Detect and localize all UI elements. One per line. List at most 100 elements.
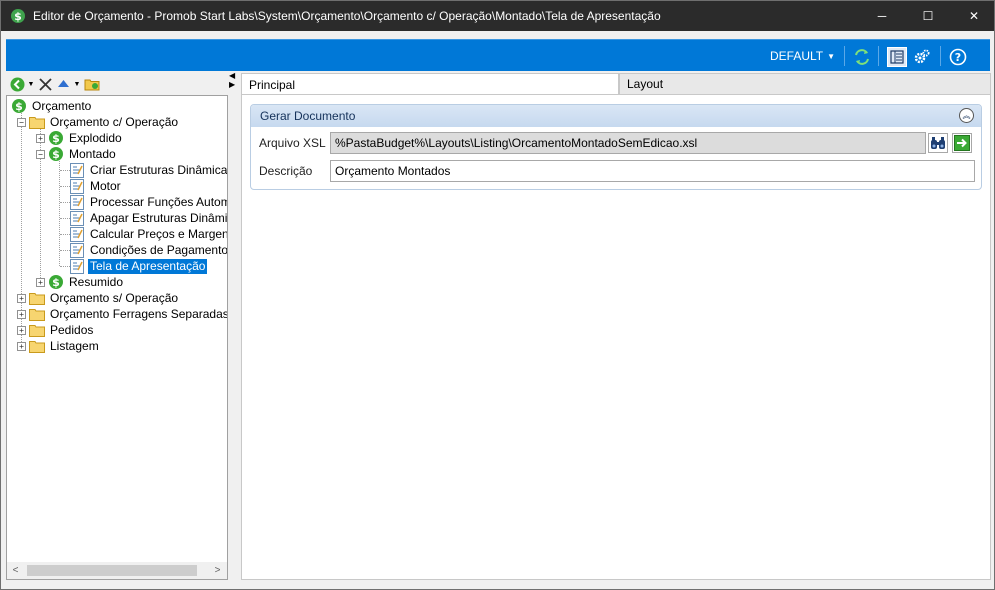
- layout-panel-icon[interactable]: [887, 47, 907, 67]
- document-icon: [70, 162, 84, 178]
- folder-icon: [29, 116, 45, 129]
- refresh-icon[interactable]: [852, 47, 872, 67]
- tree-item-label: Criar Estruturas Dinâmicas: [90, 162, 228, 177]
- browse-binoculars-icon[interactable]: [928, 133, 948, 153]
- document-icon: [70, 258, 84, 274]
- app-dollar-icon: $: [10, 8, 26, 24]
- group-title: Gerar Documento: [260, 109, 356, 123]
- close-button[interactable]: ✕: [951, 1, 995, 31]
- budget-dollar-icon: $: [48, 130, 64, 146]
- scroll-right-arrow[interactable]: >: [209, 562, 226, 579]
- tab-layout[interactable]: Layout: [619, 73, 991, 95]
- tree-item-label: Orçamento s/ Operação: [50, 290, 179, 305]
- tree-line: [60, 218, 70, 219]
- dropdown-caret-icon[interactable]: ▼: [72, 74, 82, 94]
- expand-toggle[interactable]: +: [17, 293, 26, 303]
- tree-item-montado[interactable]: − $ Montado: [36, 146, 118, 162]
- tree-item-criar-estruturas[interactable]: Criar Estruturas Dinâmicas: [70, 162, 228, 178]
- xsl-file-field[interactable]: %PastaBudget%\Layouts\Listing\OrcamentoM…: [330, 132, 926, 154]
- svg-text:$: $: [14, 10, 22, 23]
- tree-line: [60, 234, 70, 235]
- go-arrow-icon[interactable]: [952, 133, 972, 153]
- dropdown-caret-icon[interactable]: ▼: [26, 74, 36, 94]
- splitter-toggle[interactable]: ◀ ▶: [229, 71, 237, 91]
- tree-item-label: Resumido: [69, 274, 124, 289]
- collapse-left-icon: ◀: [229, 71, 236, 80]
- document-icon: [70, 210, 84, 226]
- xsl-file-label: Arquivo XSL: [259, 136, 326, 150]
- collapse-chevron-icon[interactable]: ︽: [959, 108, 974, 123]
- settings-icon[interactable]: [912, 47, 932, 67]
- minimize-button[interactable]: ─: [859, 1, 905, 31]
- back-icon[interactable]: [8, 74, 26, 94]
- profile-dropdown[interactable]: DEFAULT ▼: [770, 40, 835, 72]
- budget-tree[interactable]: $ Orçamento − Orçamento c/ Operação + $ …: [6, 95, 228, 580]
- tree-line: [60, 186, 70, 187]
- expand-toggle[interactable]: +: [17, 309, 26, 319]
- tree-horizontal-scrollbar[interactable]: < >: [7, 562, 227, 579]
- description-row: Descrição Orçamento Montados: [251, 159, 981, 183]
- tree-item-orcamento-ferragens[interactable]: + Orçamento Ferragens Separadas: [17, 306, 228, 322]
- editor-window: $ Editor de Orçamento - Promob Start Lab…: [0, 0, 995, 590]
- delete-icon[interactable]: [36, 74, 54, 94]
- tree-item-label: Explodido: [69, 130, 122, 145]
- collapse-toggle[interactable]: −: [36, 149, 45, 159]
- expand-toggle[interactable]: +: [36, 277, 45, 287]
- document-icon: [70, 226, 84, 242]
- tree-item-explodido[interactable]: + $ Explodido: [36, 130, 124, 146]
- budget-dollar-icon: $: [48, 146, 64, 162]
- tree-item-pedidos[interactable]: + Pedidos: [17, 322, 95, 338]
- profile-label: DEFAULT: [770, 49, 824, 63]
- tree-item-label: Orçamento Ferragens Separadas: [50, 306, 228, 321]
- tree-item-listagem[interactable]: + Listagem: [17, 338, 101, 354]
- document-icon: [70, 242, 84, 258]
- scroll-left-arrow[interactable]: <: [7, 562, 24, 579]
- folder-icon: [29, 324, 45, 337]
- tree-item-label: Condições de Pagamento: [90, 242, 228, 257]
- tree-line: [60, 202, 70, 203]
- tree-item-processar-funcoes[interactable]: Processar Funções Automá: [70, 194, 227, 210]
- description-label: Descrição: [259, 164, 313, 178]
- tree-item-motor[interactable]: Motor: [70, 178, 123, 194]
- description-field[interactable]: Orçamento Montados: [330, 160, 975, 182]
- tree-item-label: Motor: [90, 178, 121, 193]
- svg-text:$: $: [52, 148, 60, 161]
- tree-item-orcamento-sem-operacao[interactable]: + Orçamento s/ Operação: [17, 290, 180, 306]
- expand-toggle[interactable]: +: [17, 325, 26, 335]
- tree-line: [60, 266, 70, 267]
- tree-item-apagar-estruturas[interactable]: Apagar Estruturas Dinâmica: [70, 210, 228, 226]
- tree-item-tela-apresentacao[interactable]: Tela de Apresentação: [70, 258, 208, 274]
- xsl-file-row: Arquivo XSL %PastaBudget%\Layouts\Listin…: [251, 131, 981, 155]
- tree-item-label: Orçamento: [32, 98, 92, 113]
- tree-item-orcamento-com-operacao[interactable]: − Orçamento c/ Operação: [17, 114, 180, 130]
- tree-item-calcular-precos[interactable]: Calcular Preços e Margens: [70, 226, 228, 242]
- tab-principal[interactable]: Principal: [241, 73, 619, 95]
- tree-item-label: Calcular Preços e Margens: [90, 226, 228, 241]
- chevron-down-icon: ▼: [827, 51, 836, 61]
- tree-item-label: Montado: [69, 146, 116, 161]
- principal-tab-content: Gerar Documento ︽ Arquivo XSL %PastaBudg…: [241, 94, 991, 580]
- budget-dollar-icon: $: [48, 274, 64, 290]
- svg-text:$: $: [15, 100, 23, 113]
- tree-item-label: Apagar Estruturas Dinâmica: [90, 210, 228, 225]
- scrollbar-thumb[interactable]: [27, 565, 197, 576]
- maximize-button[interactable]: ☐: [905, 1, 951, 31]
- toolbar-separator: [940, 46, 941, 66]
- budget-dollar-icon: $: [11, 98, 27, 114]
- tree-item-resumido[interactable]: + $ Resumido: [36, 274, 125, 290]
- tree-item-condicoes-pagamento[interactable]: Condições de Pagamento: [70, 242, 228, 258]
- tree-item-orcamento[interactable]: $ Orçamento: [11, 98, 93, 114]
- toolbar-separator: [878, 46, 879, 66]
- tree-toolbar: ▼ ▼: [6, 73, 228, 95]
- expand-toggle[interactable]: +: [17, 341, 26, 351]
- tree-item-label: Listagem: [50, 338, 99, 353]
- help-icon[interactable]: ?: [948, 47, 968, 67]
- folder-icon: [29, 292, 45, 305]
- folder-open-icon[interactable]: [82, 74, 102, 94]
- group-header[interactable]: Gerar Documento ︽: [251, 105, 981, 127]
- move-up-icon[interactable]: [54, 74, 72, 94]
- collapse-toggle[interactable]: −: [17, 117, 26, 127]
- title-bar[interactable]: $ Editor de Orçamento - Promob Start Lab…: [1, 1, 994, 31]
- expand-toggle[interactable]: +: [36, 133, 45, 143]
- window-title: Editor de Orçamento - Promob Start Labs\…: [33, 9, 661, 23]
